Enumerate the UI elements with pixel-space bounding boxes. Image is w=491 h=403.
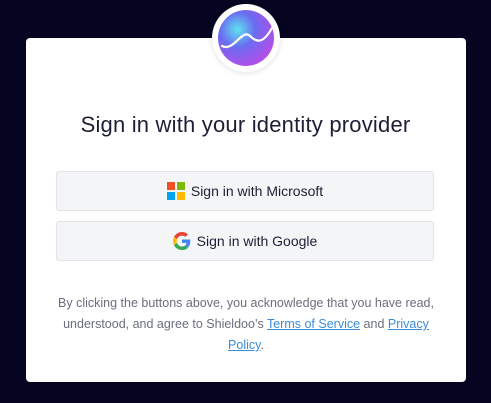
google-button-label: Sign in with Google	[196, 233, 318, 249]
sign-in-microsoft-button[interactable]: Sign in with Microsoft	[56, 171, 434, 211]
terms-of-service-link[interactable]: Terms of Service	[267, 317, 360, 331]
legal-notice: By clicking the buttons above, you ackno…	[56, 293, 436, 356]
sign-in-google-button[interactable]: Sign in with Google	[56, 221, 434, 261]
page-title: Sign in with your identity provider	[80, 112, 411, 137]
logo	[212, 4, 280, 72]
microsoft-button-label: Sign in with Microsoft	[190, 183, 324, 199]
shieldoo-logo-icon	[218, 10, 274, 66]
google-icon	[172, 232, 190, 250]
legal-text-middle: and	[360, 317, 388, 331]
microsoft-icon	[166, 182, 185, 200]
legal-text-after: .	[260, 338, 264, 352]
